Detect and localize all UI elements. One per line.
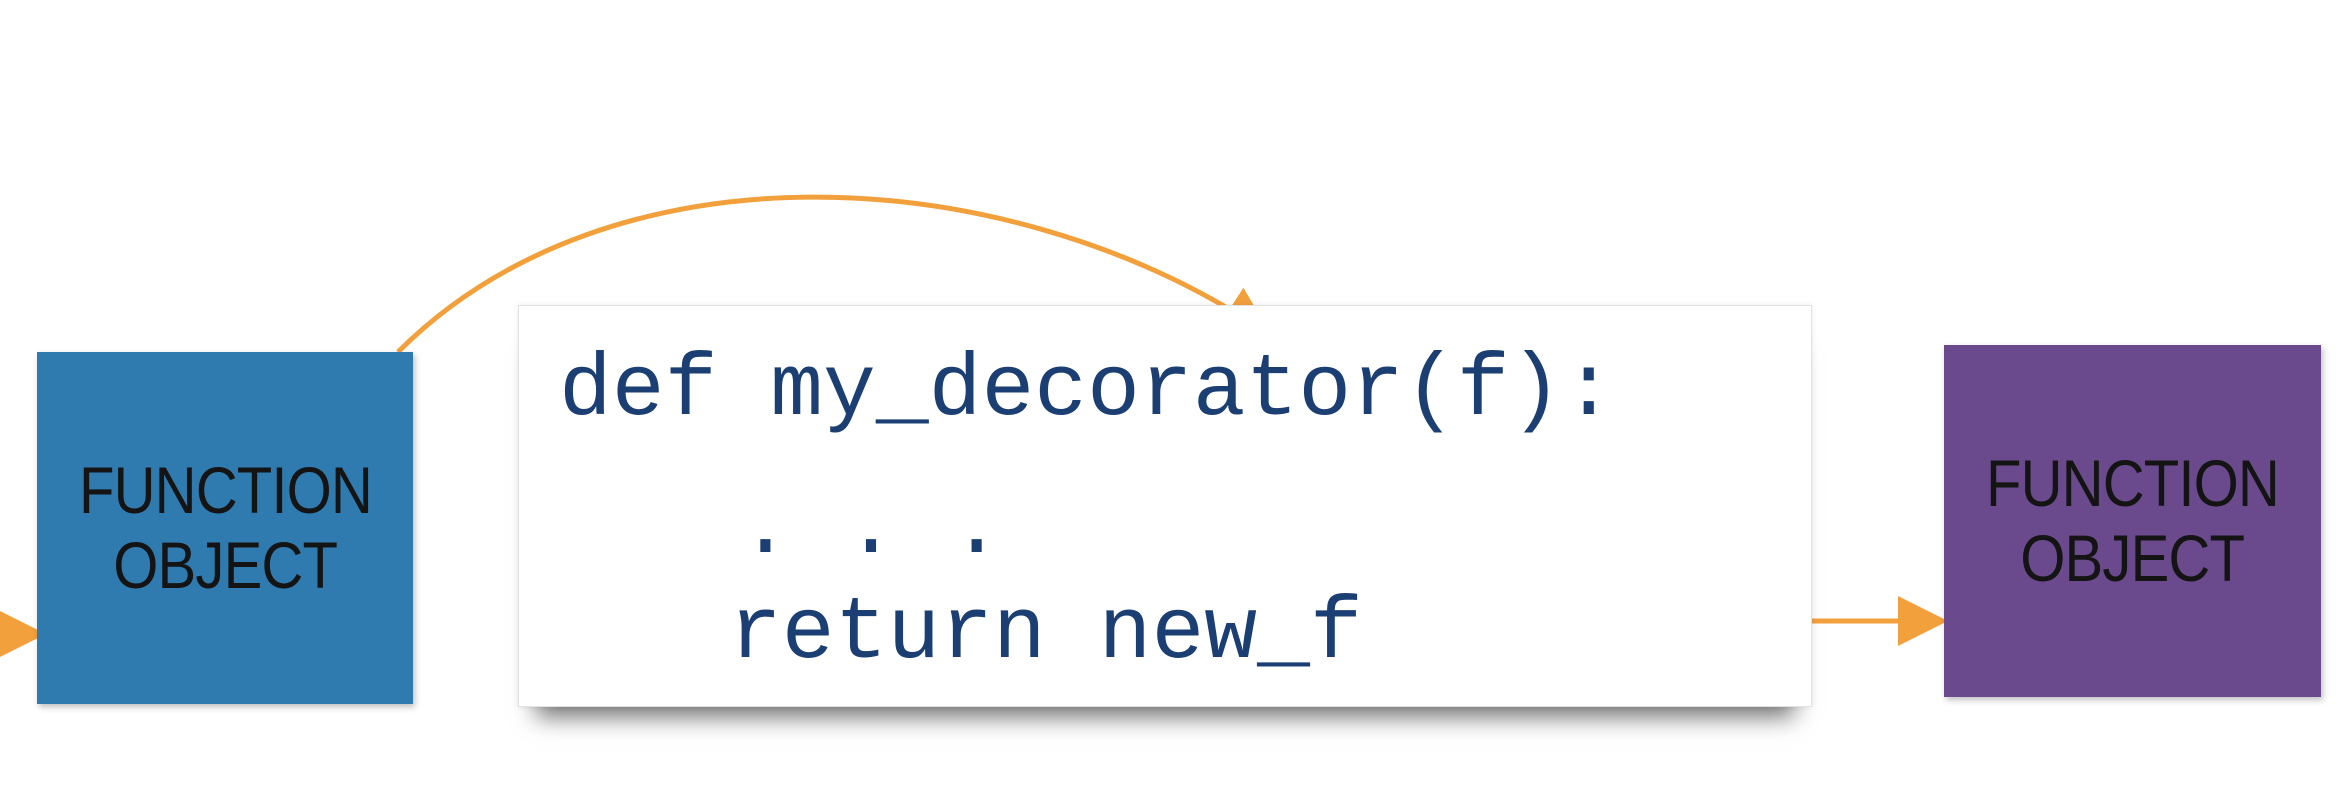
function-object-output-box: FUNCTION OBJECT xyxy=(1944,345,2321,697)
box-label-line2: OBJECT xyxy=(113,528,338,602)
code-line-return: return new_f xyxy=(729,585,1363,684)
box-label-line1: FUNCTION xyxy=(1985,445,2280,520)
decorator-code-card: def my_decorator(f): . . . return new_f xyxy=(518,305,1812,707)
code-line-def: def my_decorator(f): xyxy=(559,342,1616,441)
function-object-input-box: FUNCTION OBJECT xyxy=(37,352,413,704)
code-line-ellipsis: . . . xyxy=(739,480,1004,579)
box-label-line2: OBJECT xyxy=(2020,521,2246,595)
box-label-line1: FUNCTION xyxy=(78,452,372,527)
